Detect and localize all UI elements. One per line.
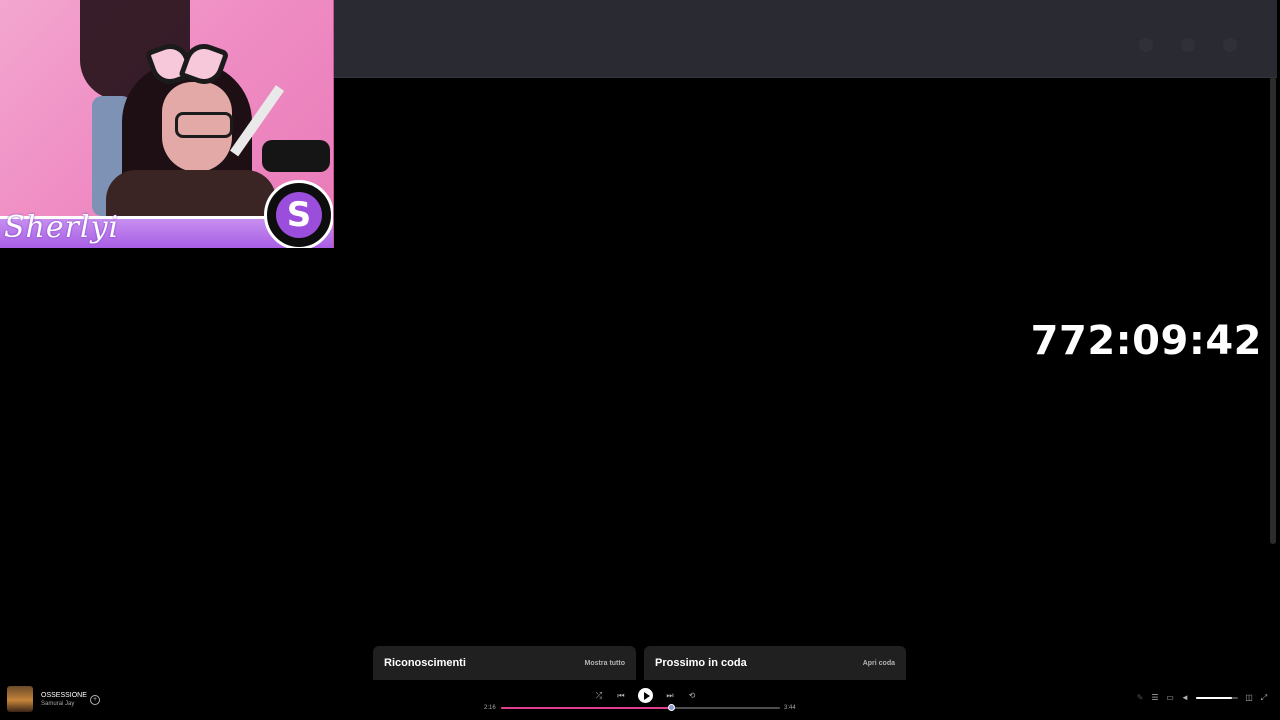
track-artist[interactable]: Samurai Jay [41, 701, 87, 707]
streamer-name: Sherlyi [4, 210, 120, 245]
player-bar: OSSESSIONE Samurai Jay + ⤮ ⏮ ⏭ ⟲ 2:16 3:… [0, 680, 1280, 720]
add-circle-icon[interactable]: + [90, 695, 100, 705]
volume-slider[interactable] [1196, 697, 1238, 699]
repeat-icon[interactable]: ⟲ [687, 691, 697, 700]
microphone [262, 140, 330, 172]
header-faded-icons [1139, 38, 1237, 52]
connect-device-icon[interactable]: ▭ [1166, 694, 1174, 702]
header-icon-1[interactable] [1139, 38, 1153, 52]
glasses [175, 112, 233, 138]
webcam-overlay: Sherlyi S [0, 0, 334, 248]
credits-title: Riconoscimenti [384, 657, 466, 669]
subathon-timer: 772:09:42 [1030, 318, 1262, 364]
open-queue-link[interactable]: Apri coda [863, 660, 895, 667]
volume-icon[interactable]: ◄ [1181, 694, 1189, 702]
queue-icon[interactable]: ☰ [1151, 694, 1159, 702]
playback-controls: ⤮ ⏮ ⏭ ⟲ [594, 688, 697, 703]
now-playing: OSSESSIONE Samurai Jay [7, 686, 87, 712]
microphone-icon[interactable]: ✎ [1136, 694, 1144, 702]
volume-fill [1196, 697, 1232, 699]
header-icon-2[interactable] [1181, 38, 1195, 52]
credits-card[interactable]: Riconoscimenti Mostra tutto [373, 646, 636, 680]
queue-title: Prossimo in coda [655, 657, 747, 669]
elapsed-time: 2:16 [484, 705, 496, 711]
total-time: 3:44 [784, 705, 796, 711]
track-info: OSSESSIONE Samurai Jay [41, 692, 87, 707]
extra-controls: ✎ ☰ ▭ ◄ ◫ ⤢ [1136, 694, 1268, 702]
miniplayer-icon[interactable]: ◫ [1245, 694, 1253, 702]
play-icon[interactable] [638, 688, 653, 703]
scrollbar[interactable] [1270, 77, 1276, 544]
streamer-logo: S [264, 180, 333, 248]
album-art[interactable] [7, 686, 33, 712]
progress-knob[interactable] [667, 704, 675, 711]
top-header-bar [331, 0, 1277, 78]
show-all-link[interactable]: Mostra tutto [585, 660, 625, 667]
progress-fill [501, 707, 672, 709]
spotify-window: Sherlyi S 772:09:42 Riconoscimenti Mostr… [0, 0, 1280, 720]
shuffle-icon[interactable]: ⤮ [594, 691, 604, 701]
fullscreen-icon[interactable]: ⤢ [1260, 694, 1268, 702]
progress-bar[interactable] [501, 704, 780, 711]
track-title[interactable]: OSSESSIONE [41, 692, 87, 699]
logo-letter: S [276, 192, 322, 238]
header-icon-3[interactable] [1223, 38, 1237, 52]
queue-card[interactable]: Prossimo in coda Apri coda [644, 646, 906, 680]
previous-icon[interactable]: ⏮ [616, 691, 626, 701]
next-icon[interactable]: ⏭ [665, 691, 675, 701]
